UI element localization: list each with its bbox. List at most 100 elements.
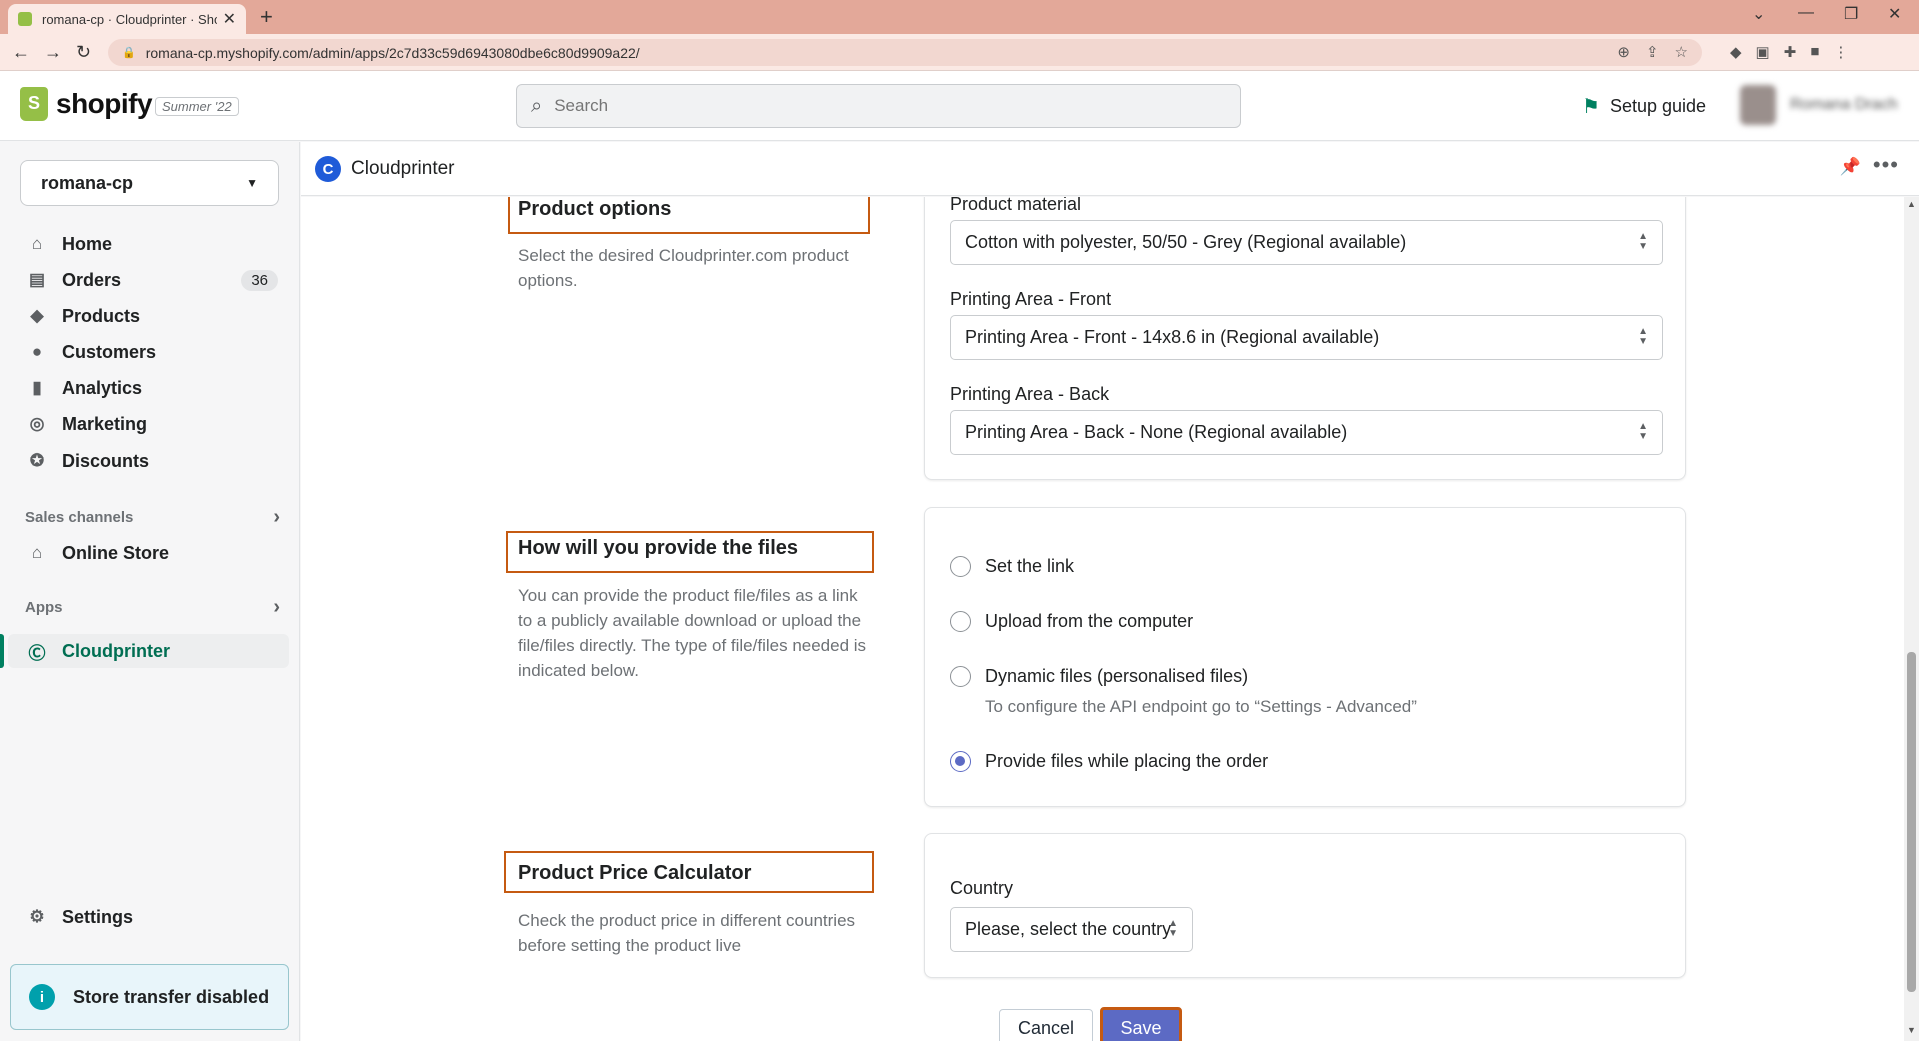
radio-upload[interactable]: Upload from the computer: [950, 611, 1193, 632]
sidebar-item-customers[interactable]: ● Customers: [0, 335, 290, 369]
store-transfer-banner[interactable]: i Store transfer disabled: [10, 964, 289, 1030]
close-tab-icon[interactable]: ✕: [223, 9, 236, 29]
sidebar-item-home[interactable]: ⌂ Home: [0, 227, 290, 261]
profile-icon[interactable]: ■: [1810, 43, 1819, 61]
url-field[interactable]: 🔒 romana-cp.myshopify.com/admin/apps/2c7…: [108, 39, 1702, 66]
store-transfer-label: Store transfer disabled: [73, 986, 270, 1007]
extension-tag-icon[interactable]: ◆: [1730, 43, 1742, 61]
sidebar-item-label: Home: [62, 233, 113, 254]
save-button[interactable]: Save: [1100, 1007, 1182, 1041]
files-title: How will you provide the files: [518, 537, 799, 559]
bookmark-star-icon[interactable]: ☆: [1675, 43, 1688, 61]
radio-label: Upload from the computer: [985, 611, 1194, 631]
store-selector[interactable]: romana-cp ▼: [20, 160, 279, 206]
browser-tab[interactable]: romana-cp · Cloudprinter · Shopi ✕: [8, 4, 246, 34]
tab-search-icon[interactable]: ⌄: [1752, 4, 1765, 24]
content-scrollbar[interactable]: ▲ ▼: [1904, 197, 1919, 1041]
radio-provide-on-order[interactable]: Provide files while placing the order: [950, 751, 1268, 772]
app-title: Cloudprinter: [351, 158, 455, 179]
close-window-icon[interactable]: ✕: [1888, 4, 1901, 24]
setup-guide-button[interactable]: ⚑ Setup guide: [1582, 94, 1706, 119]
search-input[interactable]: [554, 96, 1155, 116]
sales-channels-header[interactable]: Sales channels ›: [25, 506, 280, 529]
scroll-down-icon[interactable]: ▼: [1907, 1025, 1916, 1035]
product-options-title: Product options: [518, 198, 672, 220]
sidebar-item-settings[interactable]: ⚙ Settings: [0, 900, 290, 934]
zoom-icon[interactable]: ⊕: [1617, 43, 1630, 61]
material-value: Cotton with polyester, 50/50 - Grey (Reg…: [965, 232, 1407, 252]
sidebar-item-marketing[interactable]: ◎ Marketing: [0, 407, 290, 441]
flag-icon: ⚑: [1582, 96, 1600, 118]
sidebar-item-label: Customers: [62, 341, 157, 362]
sidebar-item-analytics[interactable]: ▮ Analytics: [0, 371, 290, 405]
minimize-icon[interactable]: —: [1798, 4, 1814, 22]
country-value: Please, select the country: [965, 919, 1172, 939]
radio-label: Set the link: [985, 556, 1075, 576]
extensions-puzzle-icon[interactable]: ✚: [1784, 43, 1797, 61]
pin-icon[interactable]: 📌: [1840, 157, 1861, 177]
radio-button[interactable]: [950, 556, 971, 577]
store-name: romana-cp: [41, 172, 134, 193]
sidebar-item-cloudprinter[interactable]: Ⓒ Cloudprinter: [8, 634, 289, 668]
front-label: Printing Area - Front: [950, 289, 1112, 309]
radio-button-checked[interactable]: [950, 751, 971, 772]
account-menu[interactable]: Romana Drach: [1740, 85, 1898, 125]
more-actions-icon[interactable]: •••: [1873, 152, 1899, 178]
shopify-topbar: shopify Summer '22 ⌕ ⚑ Setup guide Roman…: [0, 71, 1919, 141]
material-label: Product material: [950, 197, 1082, 214]
calculator-card: Country Please, select the country ▲ ▼: [924, 833, 1686, 978]
country-label: Country: [950, 878, 1014, 898]
radio-button[interactable]: [950, 666, 971, 687]
sidebar-item-discounts[interactable]: ✪ Discounts: [0, 444, 290, 478]
share-icon[interactable]: ⇪: [1646, 43, 1659, 61]
scroll-up-icon[interactable]: ▲: [1907, 199, 1916, 209]
radio-button[interactable]: [950, 611, 971, 632]
sidebar: romana-cp ▼ ⌂ Home ▤ Orders 36 ◆ Product…: [0, 142, 300, 1041]
radio-set-link[interactable]: Set the link: [950, 556, 1074, 577]
material-select[interactable]: Cotton with polyester, 50/50 - Grey (Reg…: [950, 220, 1663, 265]
sidebar-item-label: Discounts: [62, 450, 150, 471]
apps-header[interactable]: Apps ›: [25, 596, 280, 619]
restore-icon[interactable]: ❐: [1844, 4, 1858, 24]
sidebar-item-label: Analytics: [62, 377, 143, 398]
back-icon[interactable]: ←: [12, 42, 30, 63]
extension-screen-icon[interactable]: ▣: [1756, 43, 1770, 61]
forward-icon[interactable]: →: [44, 42, 62, 63]
sidebar-item-label: Settings: [62, 906, 134, 927]
front-value: Printing Area - Front - 14x8.6 in (Regio…: [965, 327, 1380, 347]
sidebar-item-label: Products: [62, 305, 141, 326]
calculator-title: Product Price Calculator: [518, 862, 752, 884]
back-area-select[interactable]: Printing Area - Back - None (Regional av…: [950, 410, 1663, 455]
new-tab-icon[interactable]: +: [260, 4, 273, 30]
discount-icon: ✪: [29, 451, 45, 470]
reload-icon[interactable]: ↻: [76, 42, 91, 63]
front-area-select[interactable]: Printing Area - Front - 14x8.6 in (Regio…: [950, 315, 1663, 360]
country-select[interactable]: Please, select the country ▲ ▼: [950, 907, 1193, 952]
gear-icon: ⚙: [29, 907, 45, 926]
back-value: Printing Area - Back - None (Regional av…: [965, 422, 1348, 442]
url-text: romana-cp.myshopify.com/admin/apps/2c7d3…: [145, 44, 640, 61]
back-label: Printing Area - Back: [950, 384, 1110, 404]
radio-dynamic-files[interactable]: Dynamic files (personalised files): [950, 666, 1248, 687]
search-bar[interactable]: ⌕: [516, 84, 1241, 128]
home-icon: ⌂: [31, 234, 43, 253]
calculator-description: Check the product price in different cou…: [518, 911, 856, 955]
setup-guide-label: Setup guide: [1609, 96, 1707, 116]
dynamic-files-help: To configure the API endpoint go to “Set…: [985, 697, 1417, 716]
select-arrows-icon: ▲ ▼: [1638, 231, 1648, 252]
select-arrows-icon: ▲ ▼: [1638, 326, 1648, 347]
browser-tab-title: romana-cp · Cloudprinter · Shopi: [42, 11, 217, 27]
store-icon: ⌂: [31, 543, 43, 562]
browser-address-bar: ← → ↻ 🔒 romana-cp.myshopify.com/admin/ap…: [0, 34, 1919, 71]
active-indicator: [0, 634, 4, 668]
target-icon: ◎: [29, 414, 45, 433]
sidebar-item-label: Marketing: [62, 413, 148, 434]
sidebar-item-orders[interactable]: ▤ Orders 36: [0, 263, 290, 297]
shopify-logo[interactable]: shopify: [20, 87, 153, 121]
scrollbar-thumb[interactable]: [1907, 652, 1916, 992]
sidebar-item-products[interactable]: ◆ Products: [0, 299, 290, 333]
cancel-button[interactable]: Cancel: [999, 1009, 1093, 1041]
tag-icon: ◆: [30, 306, 44, 325]
sidebar-item-online-store[interactable]: ⌂ Online Store: [0, 536, 290, 570]
browser-menu-icon[interactable]: ⋮: [1833, 43, 1848, 61]
